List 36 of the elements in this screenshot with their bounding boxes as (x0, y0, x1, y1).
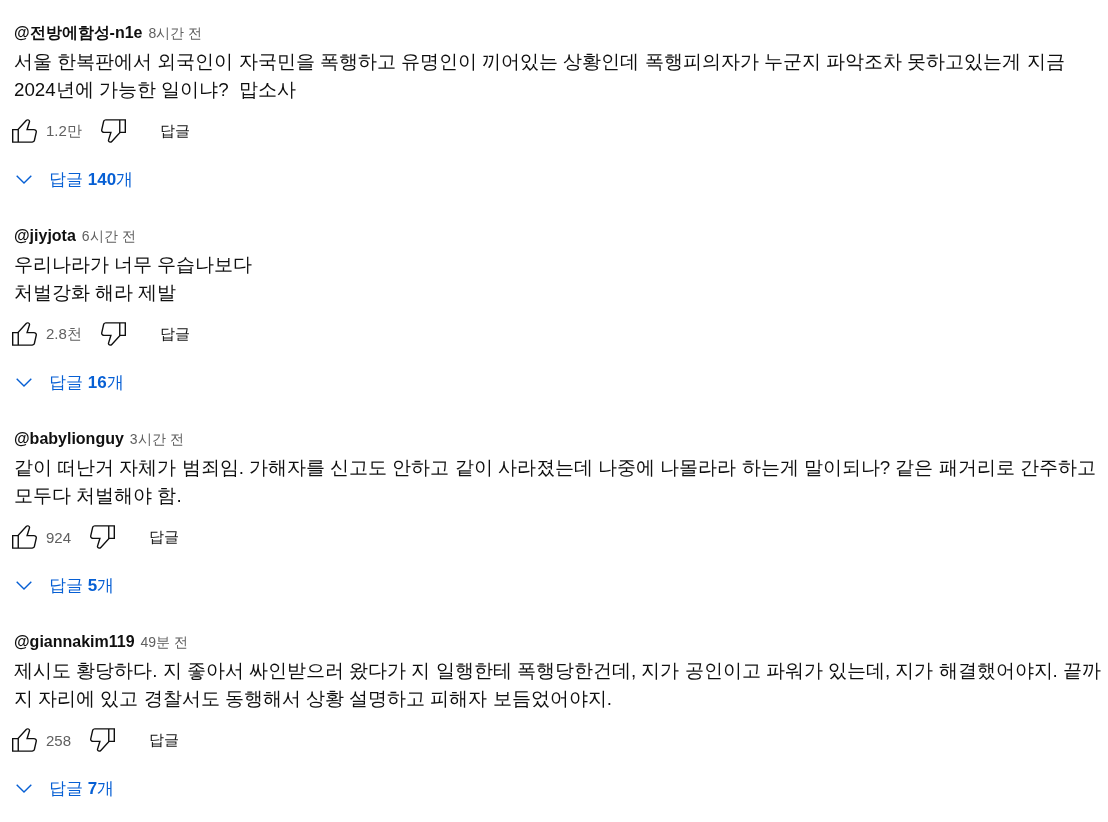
thumbs-down-icon[interactable] (100, 322, 126, 346)
comment-time: 49분 전 (140, 633, 188, 652)
comment-author[interactable]: @giannakim119 (14, 632, 135, 652)
replies-toggle-button[interactable]: 답글 5개 (8, 565, 131, 605)
like-count: 2.8천 (46, 324, 82, 344)
like-count: 1.2만 (46, 121, 82, 141)
comment-author[interactable]: @jiyjota (14, 226, 76, 246)
reply-button[interactable]: 답글 (133, 722, 196, 758)
chevron-down-icon (16, 580, 32, 590)
thumbs-up-icon[interactable] (12, 728, 37, 752)
chevron-down-icon (16, 174, 32, 184)
like-count: 924 (46, 528, 72, 546)
like-count: 258 (46, 731, 72, 749)
comment-author[interactable]: @babylionguy (14, 429, 124, 449)
reply-button[interactable]: 답글 (143, 316, 206, 352)
thumbs-down-icon[interactable] (90, 728, 116, 752)
comment-text: 같이 떠난거 자체가 범죄임. 가해자를 신고도 안하고 같이 사라졌는데 나중에 나몰라라 하는게 말이되나? 같은 패거리로 간주하고 모두다 처벌해야 함. (14, 456, 1097, 508)
replies-toggle-button[interactable]: 답글 16개 (8, 362, 140, 402)
replies-toggle-button[interactable]: 답글 140개 (8, 159, 150, 199)
replies-toggle-button[interactable]: 답글 7개 (8, 768, 131, 808)
reply-button[interactable]: 답글 (133, 519, 196, 555)
thumbs-up-icon[interactable] (12, 525, 37, 549)
thumbs-up-icon[interactable] (12, 322, 37, 346)
thumbs-down-icon[interactable] (100, 119, 126, 143)
comment-text: 제시도 황당하다. 지 좋아서 싸인받으러 왔다가 지 일행한테 폭행당한건데, 지가 공인이고 파워가 있는데, 지가 해결했어야지. 끝까지 자리에 있고 경찰서도 동행해서 상황 설명하고 피해자 보듬었어야지. (14, 659, 1102, 711)
thumbs-down-icon[interactable] (90, 525, 116, 549)
comment-text: 서울 한복판에서 외국인이 자국민을 폭행하고 유명인이 끼어있는 상황인데 폭행피의자가 누군지 파악조차 못하고있는게 지금 2024년에 가능한 일이냐? 맙소사 (14, 50, 1066, 102)
comment-text: 우리나라가 너무 우습나보다 처벌강화 해라 제발 (14, 253, 254, 305)
thumbs-up-icon[interactable] (12, 119, 37, 143)
reply-button[interactable]: 답글 (143, 113, 206, 149)
comment-time: 6시간 전 (81, 227, 136, 246)
comment-time: 3시간 전 (129, 430, 184, 449)
chevron-down-icon (16, 377, 32, 387)
comment-time: 8시간 전 (148, 24, 203, 43)
chevron-down-icon (16, 783, 32, 793)
comment-author[interactable]: @전방에함성-n1e (14, 23, 143, 43)
